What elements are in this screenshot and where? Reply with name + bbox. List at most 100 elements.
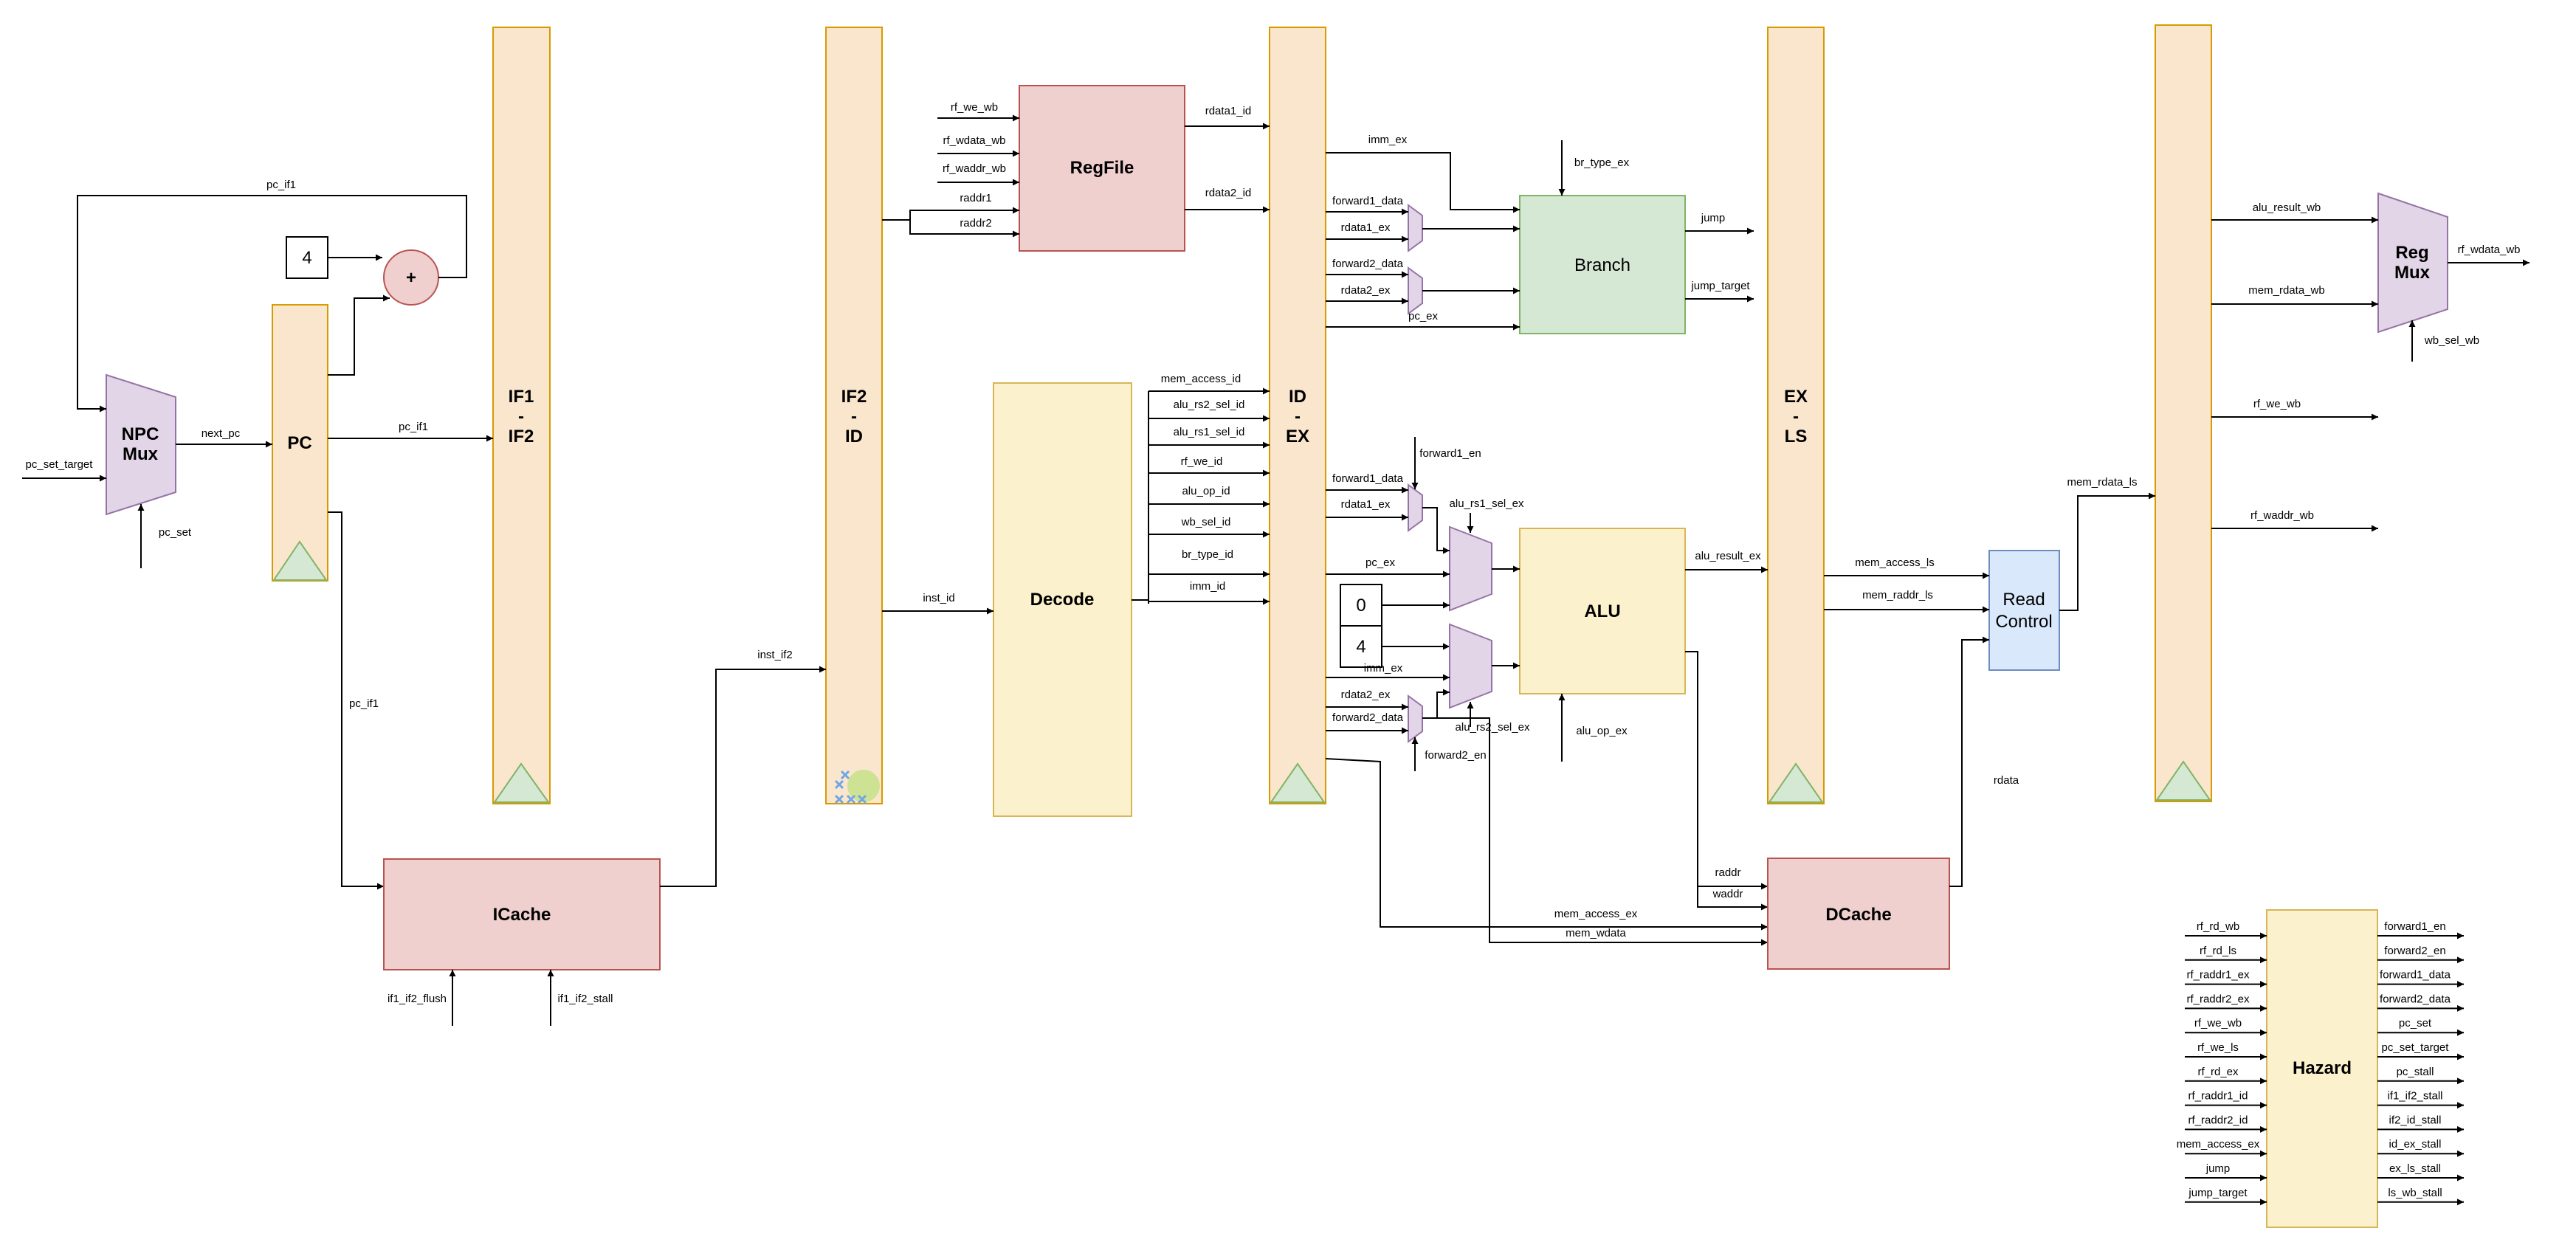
dcache-block: DCache	[1767, 858, 1950, 970]
mem-wdata-label: mem_wdata	[1566, 927, 1626, 939]
raddr-wire	[1685, 651, 1768, 890]
reg-mux: Reg Mux	[2377, 192, 2448, 334]
rf-we-wb-out-label: rf_we_wb	[2253, 398, 2301, 410]
alu-rs2-sel-ex-label: alu_rs2_sel_ex	[1456, 721, 1530, 734]
forward2-mux-top	[1408, 266, 1423, 315]
forward1-mux-top	[1408, 204, 1423, 252]
rdata1-ex-mid-label: rdata1_ex	[1341, 498, 1391, 511]
alu-label: ALU	[1584, 601, 1620, 621]
pc-ex-mid-label: pc_ex	[1366, 556, 1396, 569]
const-4-box: 4	[286, 236, 328, 279]
hazard-input-label-6: rf_rd_ex	[2197, 1066, 2239, 1078]
rf-waddr-wb-in-label: rf_waddr_wb	[943, 162, 1006, 175]
rf-waddr-wb-out-label: rf_waddr_wb	[2250, 509, 2314, 522]
hazard-input-label-4: rf_we_wb	[2194, 1017, 2242, 1030]
alu-rs2-sel-id-label: alu_rs2_sel_id	[1174, 399, 1245, 411]
jump-target-label: jump_target	[1690, 280, 1750, 292]
imm-ex-mid-label: imm_ex	[1364, 662, 1403, 675]
hazard-output-label-11: ls_wb_stall	[2388, 1187, 2442, 1199]
alu-rs2-mux	[1449, 623, 1492, 709]
hazard-label: Hazard	[2293, 1058, 2352, 1078]
pc-adder: +	[383, 249, 439, 306]
hazard-output-label-5: pc_set_target	[2382, 1041, 2450, 1054]
const-0-label: 0	[1356, 596, 1366, 615]
if1-if2-register: IF1 - IF2	[492, 27, 551, 804]
pipeline-diagram: IF1 - IF2 IF2 - ID ID - EX EX - LS NPC M…	[22, 24, 2529, 1228]
rdata2-id-label: rdata2_id	[1205, 187, 1252, 199]
rdata1-id-label: rdata1_id	[1205, 105, 1252, 117]
hazard-block: Hazard	[2266, 909, 2378, 1228]
mem-access-id-label: mem_access_id	[1161, 373, 1241, 385]
read-control-label-2: Control	[1995, 612, 2052, 632]
const-0-box: 0	[1340, 584, 1382, 627]
alu-rs1-sel-id-label: alu_rs1_sel_id	[1174, 426, 1245, 438]
read-control-block: Read Control	[1988, 550, 2060, 671]
forward1-mux-mid	[1408, 483, 1423, 532]
raddr1-label: raddr1	[960, 192, 991, 204]
mem-rdata-ls-label: mem_rdata_ls	[2067, 476, 2137, 489]
hazard-input-label-11: jump_target	[2188, 1187, 2248, 1199]
fwd2-mid-to-rs2-mux-wire	[1422, 689, 1450, 719]
hazard-input-label-1: rf_rd_ls	[2200, 945, 2236, 957]
reg-mux-label-2: Mux	[2394, 263, 2431, 283]
hazard-output-label-9: id_ex_stall	[2389, 1138, 2442, 1151]
rf-we-wb-in-label: rf_we_wb	[951, 101, 998, 114]
hazard-output-label-2: forward1_data	[2380, 969, 2451, 982]
pc-if1-label: pc_if1	[266, 179, 296, 191]
imm-ex-top-label: imm_ex	[1368, 134, 1408, 146]
br-type-ex-label: br_type_ex	[1574, 156, 1630, 169]
next-pc-label: next_pc	[202, 427, 241, 440]
npc-mux: NPC Mux	[106, 373, 176, 516]
inst-id-label: inst_id	[923, 592, 954, 604]
pc-to-adder-wire	[328, 294, 390, 376]
id-ex-label-2: EX	[1286, 427, 1309, 446]
regfile-block: RegFile	[1019, 85, 1185, 252]
rdata2-ex-top-label: rdata2_ex	[1341, 284, 1391, 297]
hazard-input-label-3: rf_raddr2_ex	[2186, 993, 2250, 1005]
if2-id-label: IF2	[841, 387, 867, 407]
alu-op-ex-label: alu_op_ex	[1576, 725, 1628, 737]
rf-we-id-label: rf_we_id	[1181, 455, 1223, 468]
rdata1-ex-top-label: rdata1_ex	[1341, 221, 1391, 234]
pc-if1-mid-label: pc_if1	[399, 421, 428, 433]
waddr-label: waddr	[1712, 888, 1743, 900]
hazard-input-label-8: rf_raddr2_id	[2188, 1114, 2248, 1126]
hazard-output-label-3: forward2_data	[2380, 993, 2451, 1005]
ex-ls-label: EX	[1784, 387, 1808, 407]
pc-if1-down-label: pc_if1	[349, 697, 379, 710]
decode-block: Decode	[993, 382, 1132, 817]
adder-plus-icon: +	[406, 268, 416, 288]
hazard-output-label-4: pc_set	[2399, 1017, 2432, 1030]
mem-raddr-ls-label: mem_raddr_ls	[1862, 589, 1933, 601]
alu-result-ex-label: alu_result_ex	[1695, 550, 1761, 562]
dcache-label: DCache	[1825, 905, 1891, 925]
icache-block: ICache	[383, 858, 661, 970]
hazard-output-label-1: forward2_en	[2384, 945, 2445, 957]
inst-if2-wire	[660, 666, 826, 887]
hazard-output-label-7: if1_if2_stall	[2387, 1090, 2442, 1103]
alu-block: ALU	[1519, 528, 1686, 694]
forward1-data-top-label: forward1_data	[1332, 195, 1404, 207]
pc-set-label: pc_set	[159, 526, 192, 539]
reg-mux-label: Reg	[2395, 243, 2428, 263]
forward2-mux-mid	[1408, 694, 1423, 743]
ex-ls-label-2: LS	[1785, 427, 1808, 446]
hazard-input-label-2: rf_raddr1_ex	[2186, 969, 2250, 982]
const-4b-box: 4	[1340, 625, 1382, 668]
rf-wdata-wb-in-label: rf_wdata_wb	[943, 134, 1005, 147]
hazard-input-label-7: rf_raddr1_id	[2188, 1090, 2248, 1103]
if2-id-dash: -	[851, 407, 857, 427]
hazard-input-label-0: rf_rd_wb	[2197, 920, 2239, 933]
rdata-label: rdata	[1994, 774, 2019, 787]
const-4-label: 4	[302, 248, 311, 268]
alu-rs1-mux	[1449, 525, 1492, 612]
ls-wb-register	[2155, 24, 2212, 802]
id-ex-dash: -	[1295, 407, 1301, 427]
mem-access-ls-label: mem_access_ls	[1855, 556, 1935, 569]
hazard-output-label-10: ex_ls_stall	[2389, 1162, 2441, 1175]
raddr-label: raddr	[1715, 866, 1740, 879]
forward2-data-mid-label: forward2_data	[1332, 711, 1404, 724]
inst-if2-label: inst_if2	[757, 649, 793, 661]
hazard-input-label-5: rf_we_ls	[2197, 1041, 2239, 1054]
read-control-label: Read	[2002, 590, 2045, 610]
